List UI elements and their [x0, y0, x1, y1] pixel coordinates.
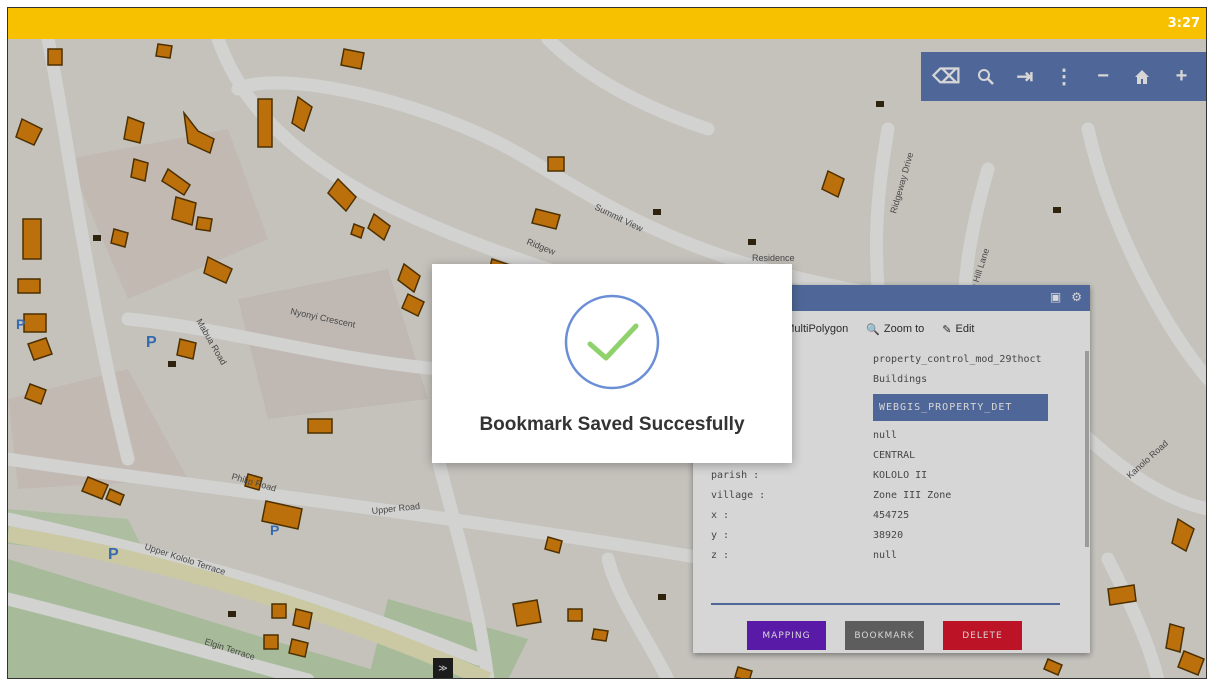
- attribute-key: village :: [711, 489, 766, 501]
- attribute-row: village : Zone III Zone: [711, 485, 1081, 505]
- zoom-to-label: Zoom to: [883, 323, 925, 335]
- attribute-row: x : 454725: [711, 505, 1081, 525]
- zoom-to-link[interactable]: 🔍 Zoom to: [866, 323, 924, 336]
- svg-text:P: P: [108, 546, 119, 563]
- logout-icon[interactable]: ⇥: [1010, 62, 1040, 92]
- attribute-value: 454725: [873, 509, 910, 521]
- mapping-button[interactable]: MAPPING: [747, 621, 826, 650]
- svg-text:P: P: [270, 522, 279, 538]
- svg-text:P: P: [146, 334, 157, 351]
- map-toolbar: ⌫ ⇥ ⋮ − +: [921, 52, 1206, 101]
- success-check-icon: [562, 292, 662, 397]
- attribute-value: 38920: [873, 529, 904, 541]
- home-icon[interactable]: [1127, 62, 1157, 92]
- edit-icon: ✎: [942, 323, 952, 336]
- svg-text:P: P: [16, 316, 25, 332]
- edit-link[interactable]: ✎ Edit: [942, 323, 974, 336]
- edit-label: Edit: [955, 323, 975, 335]
- attribute-value: null: [873, 429, 898, 441]
- zoom-in-icon[interactable]: [971, 62, 1001, 92]
- attribute-value: Zone III Zone: [873, 489, 952, 501]
- attribute-key: x :: [711, 509, 730, 521]
- save-icon[interactable]: ▣: [1050, 290, 1061, 304]
- zoom-to-icon: 🔍: [866, 323, 880, 336]
- panel-divider: [711, 603, 1060, 605]
- app-frame: 3:27 P P P P Upper Kololo Terrace Elgin …: [7, 7, 1207, 679]
- settings-icon[interactable]: ⚙: [1071, 290, 1082, 304]
- attribute-row: y : 38920: [711, 525, 1081, 545]
- attribute-value: KOLOLO II: [873, 469, 928, 481]
- attribute-value: Buildings: [873, 373, 928, 385]
- panel-buttons: MAPPING BOOKMARK DELETE: [747, 621, 1022, 650]
- bookmark-button[interactable]: BOOKMARK: [845, 621, 924, 650]
- attribute-value: null: [873, 549, 898, 561]
- minus-icon[interactable]: −: [1088, 62, 1118, 92]
- attribute-key: z :: [711, 549, 730, 561]
- attribute-key: y :: [711, 529, 730, 541]
- attribute-key: parish :: [711, 469, 760, 481]
- expand-button[interactable]: ≫: [433, 658, 453, 678]
- success-message: Bookmark Saved Succesfully: [479, 414, 745, 435]
- eraser-icon[interactable]: ⌫: [932, 62, 962, 92]
- property-details-button[interactable]: WEBGIS_PROPERTY_DET: [873, 393, 1048, 421]
- attribute-value: property_control_mod_29thoct: [873, 353, 1042, 365]
- attribute-row: parish : KOLOLO II: [711, 465, 1081, 485]
- status-bar: 3:27: [8, 8, 1206, 39]
- success-dialog: Bookmark Saved Succesfully: [432, 264, 792, 463]
- label-residence: Residence: [752, 253, 795, 263]
- panel-scrollbar[interactable]: [1085, 351, 1089, 547]
- plus-icon[interactable]: +: [1166, 62, 1196, 92]
- attribute-row: z : null: [711, 545, 1081, 565]
- status-time: 3:27: [1167, 16, 1200, 31]
- attribute-value: CENTRAL: [873, 449, 916, 461]
- more-vert-icon[interactable]: ⋮: [1049, 62, 1079, 92]
- delete-button[interactable]: DELETE: [943, 621, 1022, 650]
